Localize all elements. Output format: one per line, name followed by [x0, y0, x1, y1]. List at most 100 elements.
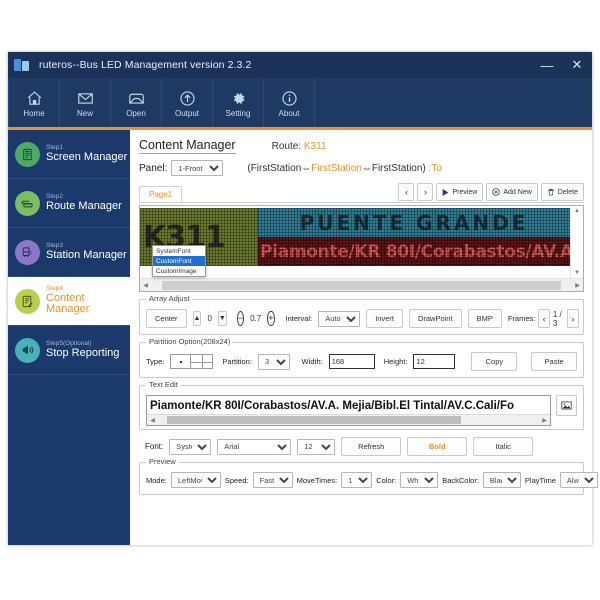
led-scroll-down-arrow[interactable]: ▼ [571, 270, 583, 276]
mode-select[interactable]: LeftMove [170, 472, 221, 488]
toolbar-item-about[interactable]: About [264, 78, 315, 130]
playtime-select[interactable]: Always [559, 472, 598, 488]
bus-icon [15, 239, 40, 265]
sidebar-label-station-manager: Station Manager [46, 248, 127, 261]
route-label: Route: [271, 141, 302, 152]
main-toolbar: Home New Open Output Setting About [8, 78, 592, 130]
backcolor-select[interactable]: Black [482, 472, 521, 488]
main-body: Step1 Screen Manager Step2 Route Manager [8, 130, 598, 545]
sidebar-item-screen-manager[interactable]: Step1 Screen Manager [8, 130, 130, 179]
toolbar-item-open[interactable]: Open [111, 78, 162, 130]
add-new-button-label: Add New [503, 188, 532, 196]
height-input[interactable] [413, 354, 456, 369]
led-scroll-right-arrow[interactable]: ▶ [572, 282, 583, 289]
text-scroll-thumb[interactable] [167, 416, 462, 424]
led-scroll-up-arrow[interactable]: ▲ [571, 208, 583, 214]
partition-select[interactable]: 3 [257, 353, 291, 370]
text-edit-value[interactable]: Piamonte/KR 80I/Corabastos/AV.A. Mejia/B… [147, 398, 517, 413]
paste-button[interactable]: Paste [531, 352, 578, 371]
font-source-option-systemfont[interactable]: SystemFont [153, 246, 205, 256]
led-horizontal-scrollbar[interactable]: ◀ ▶ [140, 278, 583, 291]
single-panel-icon[interactable] [171, 355, 192, 368]
preview-row: Mode: LeftMove Speed: Fast MoveTimes: 1 … [146, 472, 598, 488]
application-window: ruteros--Bus LED Management version 2.3.… [8, 52, 598, 545]
sidebar-label-stop-reporting: Stop Reporting [46, 346, 120, 359]
invert-button[interactable]: Invert [366, 309, 403, 328]
page-tab-strip: Page1 ‹ › Preview Add New Delete [139, 183, 584, 203]
sidebar-item-station-manager[interactable]: Step3 Station Manager [8, 228, 130, 277]
array-adjust-group: Array Adjust Center ▲ 0 ▼ − 0.7 + Interv… [139, 294, 584, 335]
led-hscroll-thumb[interactable] [162, 280, 561, 290]
minimize-button[interactable]: — [532, 52, 562, 78]
trash-icon [548, 188, 554, 196]
sidebar-item-route-manager[interactable]: Step2 Route Manager [8, 179, 130, 228]
panel-select[interactable]: 1-Front [171, 160, 224, 176]
width-input[interactable] [328, 354, 375, 369]
font-source-dropdown-list[interactable]: SystemFont CustomFont CustomImage [152, 245, 206, 277]
bmp-button[interactable]: BMP [467, 309, 502, 328]
font-source-option-customfont[interactable]: CustomFont [153, 256, 205, 266]
content-icon [15, 288, 40, 314]
drawpoint-button[interactable]: DrawPoint [408, 309, 462, 328]
prev-page-button[interactable]: ‹ [398, 183, 415, 201]
quad-panel-icon[interactable] [191, 355, 213, 368]
sidebar-text-route-manager: Step2 Route Manager [46, 193, 122, 212]
route-display: Route: K311 [272, 141, 327, 152]
refresh-button[interactable]: Refresh [341, 437, 402, 456]
delete-button[interactable]: Delete [540, 183, 584, 201]
width-label: Width: [301, 357, 323, 366]
close-button[interactable]: ✕ [562, 52, 592, 78]
partition-type-icon[interactable] [170, 354, 214, 369]
led-scroll-left-arrow[interactable]: ◀ [140, 282, 151, 289]
color-label: Color: [376, 475, 397, 485]
color-select[interactable]: White [400, 472, 439, 488]
frames-label: Frames: [507, 314, 536, 323]
center-button[interactable]: Center [146, 309, 187, 328]
text-edit-field[interactable]: Piamonte/KR 80I/Corabastos/AV.A. Mejia/B… [146, 395, 551, 426]
scale-minus-button[interactable]: − [236, 311, 245, 326]
toolbar-item-new[interactable]: New [60, 78, 111, 130]
upload-arrow-icon [179, 90, 196, 107]
playtime-label: PlayTime [524, 475, 556, 485]
toolbar-item-output[interactable]: Output [162, 78, 213, 130]
font-source-select[interactable]: SystemFo [169, 438, 212, 455]
toolbar-label-about: About [278, 109, 300, 118]
italic-button[interactable]: Italic [473, 437, 534, 456]
led-vertical-scrollbar[interactable]: ▲ ▼ [570, 206, 583, 278]
insert-image-button[interactable] [556, 395, 577, 416]
preview-button[interactable]: Preview [436, 183, 484, 201]
offset-down-button[interactable]: ▼ [217, 311, 227, 326]
font-size-select[interactable]: 12 [297, 438, 336, 455]
folder-open-icon [128, 90, 145, 107]
interval-select[interactable]: Auto [318, 310, 361, 327]
copy-button[interactable]: Copy [471, 352, 518, 371]
text-scroll-left-arrow[interactable]: ◀ [147, 417, 158, 424]
toolbar-item-setting[interactable]: Setting [213, 78, 264, 130]
toolbar-item-home[interactable]: Home [8, 78, 60, 130]
page-tab-page1[interactable]: Page1 [139, 186, 183, 202]
sidebar-item-content-manager[interactable]: Step4 Content Manager [8, 277, 130, 326]
movetimes-select[interactable]: 1 [341, 472, 373, 488]
sidebar: Step1 Screen Manager Step2 Route Manager [8, 130, 130, 545]
font-label: Font: [145, 442, 164, 451]
partition-caption: Partition Option(208x24) [146, 337, 234, 346]
frame-navigation: Frames: ‹ 1 / 3 › [508, 309, 579, 328]
bold-button[interactable]: Bold [407, 437, 468, 456]
offset-up-button[interactable]: ▲ [192, 311, 202, 326]
sidebar-item-stop-reporting[interactable]: Step5(Optional) Stop Reporting [8, 326, 130, 375]
sidebar-label-screen-manager: Screen Manager [46, 150, 128, 163]
font-source-option-customimage[interactable]: CustomImage [153, 266, 205, 276]
font-family-select[interactable]: Arial [217, 438, 292, 455]
text-edit-scrollbar[interactable]: ◀ ▶ [147, 414, 550, 425]
scale-value: 0.7 [250, 314, 262, 323]
mode-label: Mode: [146, 475, 167, 485]
text-scroll-right-arrow[interactable]: ▶ [539, 417, 550, 424]
speed-select[interactable]: Fast [252, 472, 293, 488]
preview-caption: Preview [146, 457, 179, 466]
scale-plus-button[interactable]: + [267, 311, 275, 326]
next-page-button[interactable]: › [417, 183, 434, 201]
frame-next-button[interactable]: › [567, 309, 579, 328]
page-tools: ‹ › Preview Add New Delete [398, 183, 584, 202]
add-new-button[interactable]: Add New [486, 183, 538, 201]
frame-prev-button[interactable]: ‹ [538, 309, 550, 328]
